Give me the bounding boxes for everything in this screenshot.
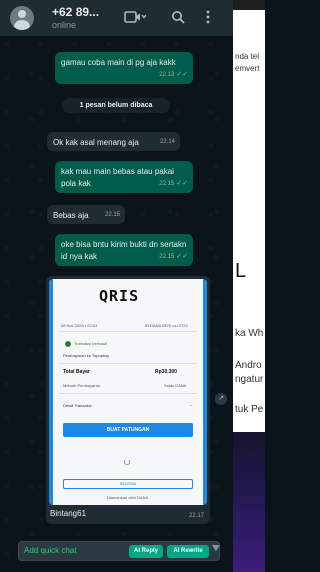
message-time: 22.15 [104, 212, 120, 218]
forward-icon[interactable]: ↗ [215, 393, 227, 405]
message-bubble-outgoing[interactable]: kak mau main bebas atau pakai pola kak 2… [55, 161, 193, 193]
bg-text-line: Andro [235, 360, 262, 371]
receipt-image[interactable]: QRIS 06 Nov 2025 • 22:04 ID DANA 0870 ••… [49, 279, 207, 505]
quick-chat-input[interactable]: Add quick chat [24, 546, 76, 555]
message-bubble-incoming[interactable]: Bebas aja 22.15 [47, 205, 125, 224]
message-time: 22.15 ✓✓ [159, 253, 188, 260]
qris-logo: QRIS [99, 287, 140, 305]
read-ticks-icon: ✓✓ [176, 253, 188, 260]
selesai-button: SELESAI [63, 479, 193, 489]
message-time: 22.17 [188, 513, 204, 519]
bg-dark-section [233, 432, 265, 572]
receipt-date: 06 Nov 2025 • 22:04 [61, 323, 98, 328]
avatar-head-shape [18, 10, 26, 18]
read-ticks-icon: ✓✓ [176, 71, 188, 78]
receipt-payee: Pembayaran ke Topupkuy [63, 353, 110, 358]
chat-panel: +62 89... online gamau coba main di pg a… [0, 0, 233, 572]
receipt-status: Transaksi berhasil! [74, 341, 108, 346]
divider [59, 331, 197, 332]
unread-divider: 1 pesan belum dibaca [62, 98, 170, 113]
bg-text-line: emvert [235, 64, 260, 73]
browser-strip [233, 0, 265, 10]
chevron-down-icon: ⌄ [189, 402, 193, 407]
bg-text-line: ngatur [235, 374, 264, 385]
bg-text-line: tuk Pe [235, 404, 264, 415]
avatar-body-shape [14, 20, 30, 30]
quick-chat-bar: Add quick chat AI Reply AI Rewrite [18, 541, 220, 561]
avatar[interactable] [10, 6, 34, 30]
ai-rewrite-button[interactable]: AI Rewrite [167, 545, 209, 558]
video-call-icon[interactable] [124, 10, 147, 29]
success-check-icon [65, 341, 71, 347]
message-text: kak mau main bebas atau pakai pola kak [61, 167, 174, 188]
buat-patungan-button: BUAT PATUNGAN [63, 423, 193, 437]
dropdown-caret-icon[interactable] [212, 545, 220, 551]
loading-spinner-icon [124, 459, 130, 465]
divider [59, 393, 197, 394]
total-value: Rp30.300 [155, 369, 177, 375]
message-time: 22.13 ✓✓ [159, 71, 188, 78]
bg-heading-letter: L [235, 260, 247, 282]
receipt-id: ID DANA 0870 •••• 2720 [145, 323, 188, 328]
divider [59, 363, 197, 364]
image-border-left [49, 279, 53, 505]
read-ticks-icon: ✓✓ [176, 180, 188, 187]
message-text: Ok kak asal menang aja [53, 138, 139, 147]
search-icon[interactable] [171, 10, 185, 29]
more-options-icon[interactable] [205, 10, 211, 29]
contact-status: online [52, 20, 77, 30]
ai-reply-button[interactable]: AI Reply [129, 545, 163, 558]
background-webpage: nda tel emvert L ka Wh Andro ngatur tuk … [233, 0, 265, 572]
bg-text-line: nda tel [235, 52, 260, 61]
method-label: Metode Pembayaran [63, 383, 101, 388]
message-text: gamau coba main di pg aja kakk [61, 58, 176, 67]
bg-text-line: ka Wh [235, 328, 264, 339]
image-border-right [203, 279, 207, 505]
image-caption: Bintang61 [50, 509, 87, 518]
chat-header: +62 89... online [0, 0, 233, 36]
message-bubble-outgoing[interactable]: oke bisa bntu kirim bukti dn sertakn id … [55, 234, 193, 266]
message-text: Bebas aja [53, 211, 89, 220]
detail-label: Detail Transaksi [63, 403, 92, 408]
message-time: 22.14 [159, 139, 175, 145]
receipt-footer: Diamankan oleh DANA [107, 495, 149, 500]
message-time: 22.15 ✓✓ [159, 180, 188, 187]
message-bubble-incoming[interactable]: Ok kak asal menang aja 22.14 [47, 132, 180, 151]
image-message[interactable]: QRIS 06 Nov 2025 • 22:04 ID DANA 0870 ••… [46, 276, 210, 524]
method-value: Saldo DANA [164, 383, 187, 388]
message-bubble-outgoing[interactable]: gamau coba main di pg aja kakk 22.13 ✓✓ [55, 52, 193, 84]
total-label: Total Bayar [63, 369, 90, 375]
contact-name[interactable]: +62 89... [52, 5, 99, 19]
